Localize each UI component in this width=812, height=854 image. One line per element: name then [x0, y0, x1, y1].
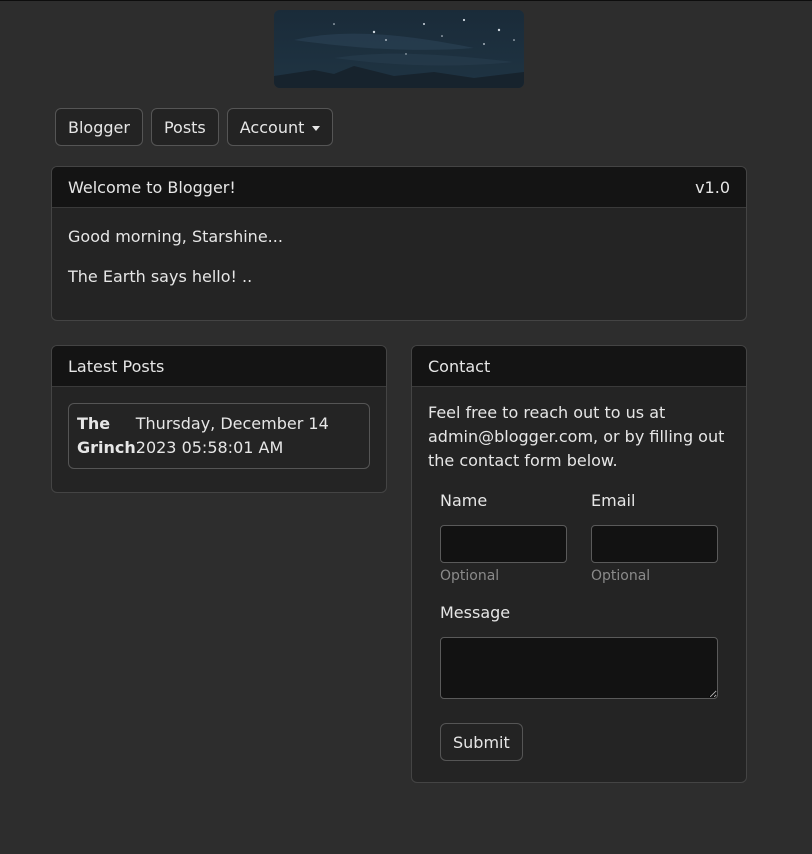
- welcome-card-header: Welcome to Blogger! v1.0: [52, 167, 746, 208]
- message-label: Message: [440, 603, 511, 622]
- post-title[interactable]: The Grinch: [77, 412, 136, 460]
- name-hint: Optional: [440, 568, 500, 584]
- post-list-item[interactable]: The Grinch Thursday, December 14 2023 05…: [68, 403, 370, 469]
- name-input[interactable]: [440, 525, 567, 563]
- message-field-group: Message: [440, 601, 718, 699]
- top-border: [0, 0, 812, 1]
- blogger-nav-button[interactable]: Blogger: [55, 108, 143, 146]
- post-date: Thursday, December 14 2023 05:58:01 AM: [135, 414, 329, 457]
- latest-posts-card: Latest Posts The Grinch Thursday, Decemb…: [51, 345, 387, 493]
- latest-posts-title: Latest Posts: [68, 356, 165, 376]
- contact-card: Contact Feel free to reach out to us at …: [411, 345, 747, 783]
- welcome-card: Welcome to Blogger! v1.0 Good morning, S…: [51, 166, 747, 321]
- email-input[interactable]: [591, 525, 718, 563]
- contact-title: Contact: [428, 356, 491, 376]
- contact-intro: Feel free to reach out to us at admin@bl…: [428, 403, 725, 470]
- contact-header: Contact: [412, 346, 746, 387]
- welcome-title: Welcome to Blogger!: [68, 177, 236, 197]
- name-email-row: Name Optional Email Optional: [440, 489, 718, 585]
- name-field-group: Name Optional: [440, 489, 567, 585]
- caret-down-icon: [312, 125, 321, 131]
- account-dropdown-label: Account: [239, 117, 305, 137]
- greeting-text: Good morning, Starshine...: [68, 227, 283, 246]
- version-label: v1.0: [695, 177, 730, 197]
- banner-image: [274, 10, 524, 88]
- main-nav: Blogger Posts Account: [55, 108, 334, 146]
- account-dropdown-button[interactable]: Account: [226, 108, 334, 146]
- latest-posts-header: Latest Posts: [52, 346, 386, 387]
- submit-button[interactable]: Submit: [440, 723, 523, 761]
- welcome-message: The Earth says hello! ..: [68, 267, 253, 286]
- posts-nav-button[interactable]: Posts: [150, 108, 219, 146]
- email-label: Email: [591, 491, 636, 510]
- email-hint: Optional: [591, 568, 651, 584]
- welcome-card-body: Good morning, Starshine... The Earth say…: [52, 208, 746, 288]
- name-label: Name: [440, 491, 488, 510]
- email-field-group: Email Optional: [591, 489, 718, 585]
- night-sky-illustration: [274, 10, 524, 88]
- message-textarea[interactable]: [440, 637, 718, 699]
- contact-form: Name Optional Email Optional Message Sub…: [412, 489, 746, 761]
